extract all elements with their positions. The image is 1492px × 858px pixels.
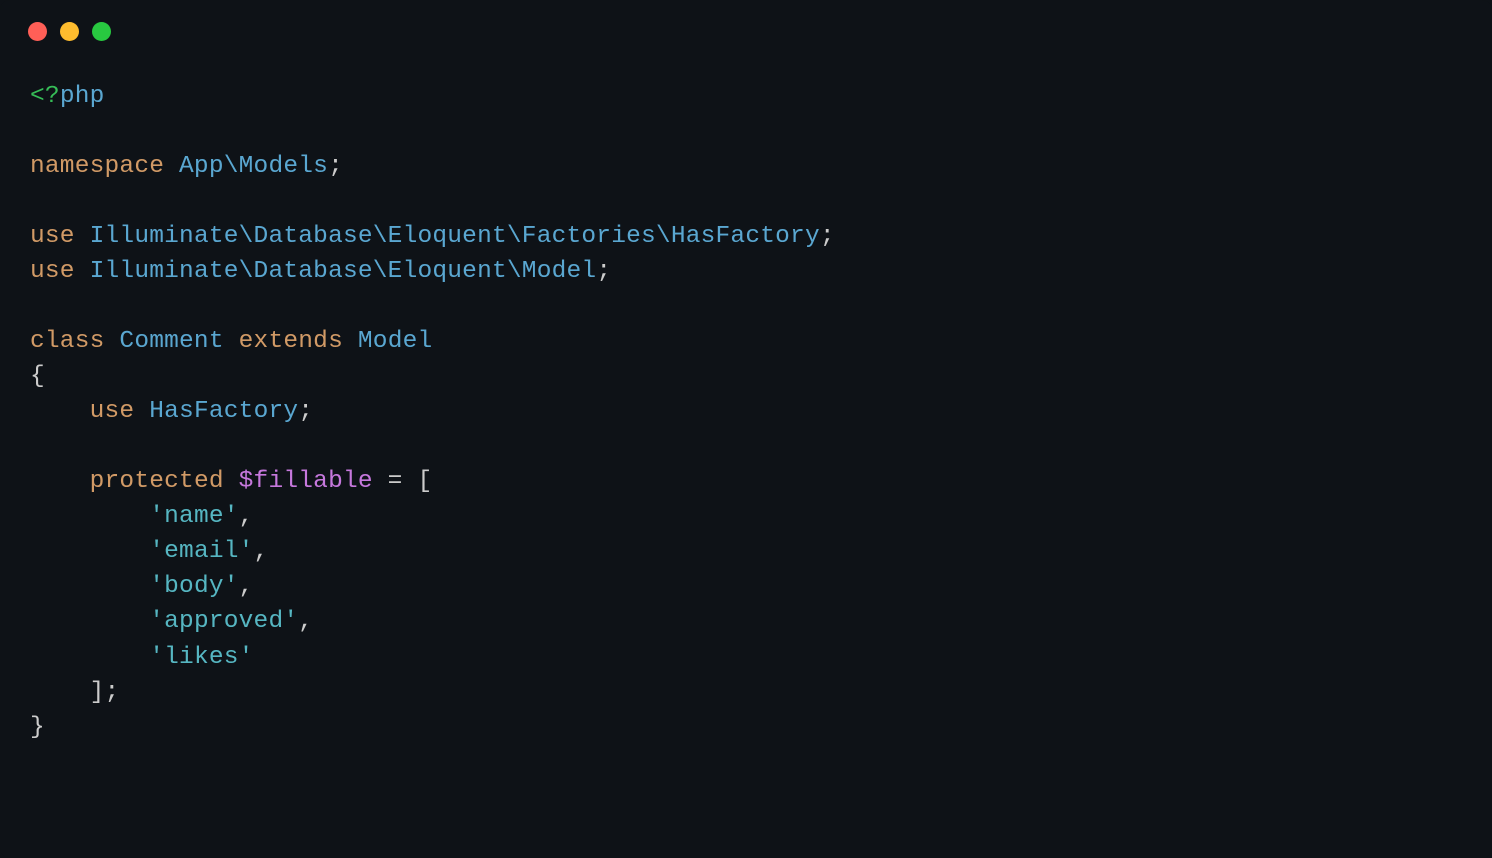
- semicolon: ;: [820, 223, 835, 250]
- semicolon: ;: [596, 258, 611, 285]
- indent: [30, 398, 90, 425]
- maximize-icon[interactable]: [92, 22, 111, 41]
- code-line: namespace App\Models;: [30, 149, 1462, 184]
- keyword-extends: extends: [239, 328, 343, 355]
- code-line: protected $fillable = [: [30, 464, 1462, 499]
- indent: [30, 468, 90, 495]
- code-editor[interactable]: <?phpnamespace App\Models;use Illuminate…: [0, 51, 1492, 773]
- code-line: use HasFactory;: [30, 394, 1462, 429]
- string-likes: 'likes': [149, 644, 253, 671]
- variable-fillable: $fillable: [239, 468, 373, 495]
- php-open-tag: <?: [30, 83, 60, 110]
- code-line: class Comment extends Model: [30, 324, 1462, 359]
- code-line: [30, 289, 1462, 324]
- minimize-icon[interactable]: [60, 22, 79, 41]
- editor-window: <?phpnamespace App\Models;use Illuminate…: [0, 0, 1492, 858]
- code-line: <?php: [30, 79, 1462, 114]
- code-line: ];: [30, 675, 1462, 710]
- code-line: }: [30, 710, 1462, 745]
- code-line: {: [30, 359, 1462, 394]
- indent: [30, 608, 149, 635]
- code-line: 'body',: [30, 569, 1462, 604]
- trait-name: HasFactory: [149, 398, 298, 425]
- string-approved: 'approved': [149, 608, 298, 635]
- string-name: 'name': [149, 503, 238, 530]
- code-line: [30, 184, 1462, 219]
- close-brace: }: [30, 714, 45, 741]
- comma: ,: [239, 503, 254, 530]
- keyword-protected: protected: [90, 468, 224, 495]
- code-line: [30, 114, 1462, 149]
- code-line: 'name',: [30, 499, 1462, 534]
- semicolon: ;: [328, 153, 343, 180]
- php-word: php: [60, 83, 105, 110]
- keyword-namespace: namespace: [30, 153, 164, 180]
- open-brace: {: [30, 363, 45, 390]
- keyword-class: class: [30, 328, 105, 355]
- import-name: Illuminate\Database\Eloquent\Model: [90, 258, 597, 285]
- string-body: 'body': [149, 573, 238, 600]
- class-name: Comment: [119, 328, 223, 355]
- namespace-name: App\Models: [179, 153, 328, 180]
- import-name: Illuminate\Database\Eloquent\Factories\H…: [90, 223, 820, 250]
- indent: [30, 503, 149, 530]
- semicolon: ;: [298, 398, 313, 425]
- operator-equals: =: [373, 468, 418, 495]
- close-bracket-semi: ];: [90, 679, 120, 706]
- indent: [30, 573, 149, 600]
- code-line: 'approved',: [30, 604, 1462, 639]
- string-email: 'email': [149, 538, 253, 565]
- code-line: 'email',: [30, 534, 1462, 569]
- close-icon[interactable]: [28, 22, 47, 41]
- open-bracket: [: [418, 468, 433, 495]
- comma: ,: [254, 538, 269, 565]
- code-line: [30, 429, 1462, 464]
- code-line: 'likes': [30, 640, 1462, 675]
- keyword-use: use: [90, 398, 135, 425]
- keyword-use: use: [30, 258, 75, 285]
- code-line: use Illuminate\Database\Eloquent\Model;: [30, 254, 1462, 289]
- parent-class: Model: [358, 328, 433, 355]
- indent: [30, 679, 90, 706]
- code-line: use Illuminate\Database\Eloquent\Factori…: [30, 219, 1462, 254]
- comma: ,: [239, 573, 254, 600]
- keyword-use: use: [30, 223, 75, 250]
- comma: ,: [298, 608, 313, 635]
- indent: [30, 538, 149, 565]
- indent: [30, 644, 149, 671]
- window-titlebar: [0, 0, 1492, 51]
